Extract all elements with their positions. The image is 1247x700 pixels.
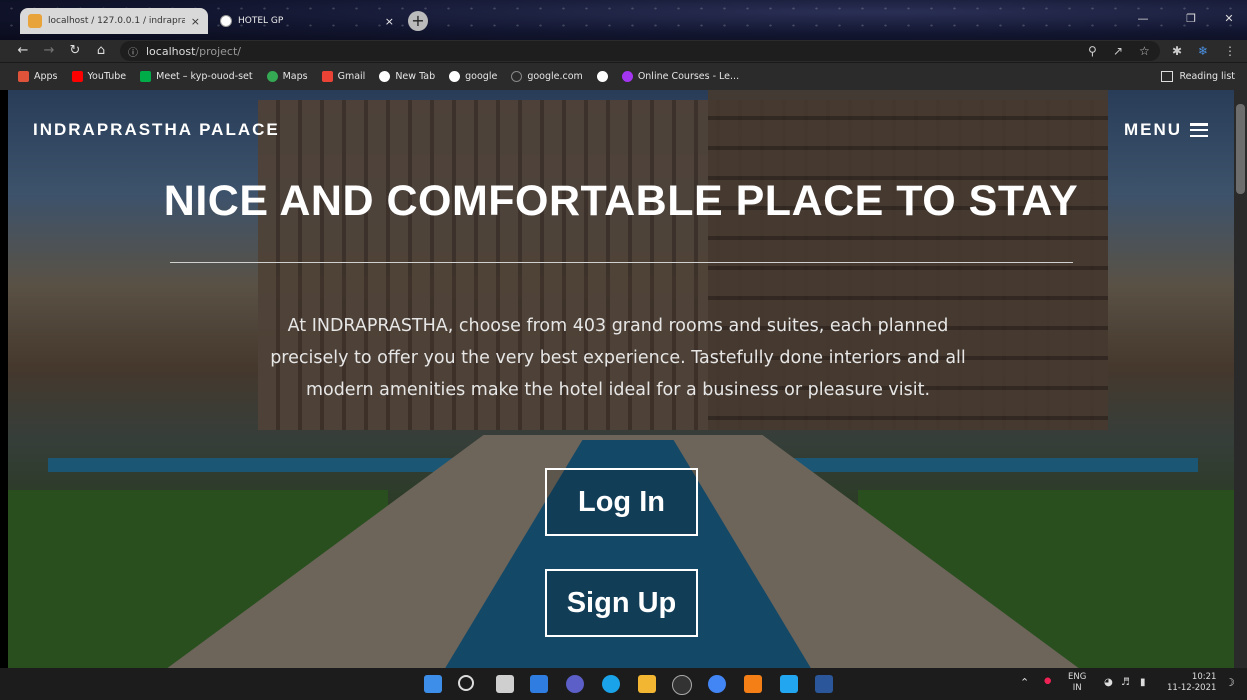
apps-grid-icon — [18, 71, 29, 82]
start-windows-icon[interactable] — [424, 675, 442, 693]
hero-divider — [170, 262, 1073, 263]
search-icon — [511, 71, 523, 82]
dell-icon[interactable] — [672, 675, 692, 695]
gmail-icon — [321, 71, 333, 82]
bookmark-new-tab[interactable]: New Tab — [379, 71, 435, 82]
maps-pin-icon — [266, 71, 278, 82]
udemy-icon — [621, 71, 633, 82]
menu-button[interactable]: MENU — [1124, 120, 1208, 140]
xampp-icon[interactable] — [744, 675, 762, 693]
globe-icon — [379, 71, 391, 82]
share-icon[interactable]: ↗ — [1113, 42, 1123, 60]
reload-icon[interactable]: ↻ — [66, 42, 84, 60]
more-menu-icon[interactable]: ⋮ — [1224, 42, 1236, 60]
menu-label: MENU — [1123, 120, 1182, 139]
bookmark-maps[interactable]: Maps — [266, 71, 308, 82]
url-input[interactable]: ⓘ localhost/project/ — [120, 41, 1160, 61]
login-button[interactable]: Log In — [545, 468, 698, 536]
info-icon[interactable]: ⓘ — [128, 44, 138, 59]
tab-title: localhost / 127.0.0.1 / indraprast... — [48, 16, 185, 26]
battery-icon[interactable]: ▮ — [1140, 677, 1146, 688]
address-bar-row: ← → ↻ ⌂ ⓘ localhost/project/ ⚲ ↗ ☆ ✱ ❄ ⋮ — [0, 40, 1247, 62]
minimize-icon[interactable]: — — [1128, 8, 1158, 30]
meet-icon — [140, 71, 152, 82]
page-viewport: INDRAPRASTHA PALACE MENU NICE AND COMFOR… — [8, 90, 1234, 668]
signup-button[interactable]: Sign Up — [545, 569, 698, 637]
reading-list-button[interactable]: Reading list — [1161, 71, 1235, 82]
bookmark-gmail[interactable]: Gmail — [321, 71, 365, 82]
tab-localhost[interactable]: localhost / 127.0.0.1 / indraprast... × — [20, 8, 208, 34]
bookmark-google-com[interactable]: google.com — [511, 71, 583, 82]
bookmark-google[interactable]: google — [449, 71, 497, 82]
edge-icon[interactable] — [602, 675, 620, 693]
site-brand[interactable]: INDRAPRASTHA PALACE — [33, 120, 280, 140]
bookmark-google-g[interactable] — [596, 71, 608, 82]
word-icon[interactable] — [815, 675, 833, 693]
bookmark-star-icon[interactable]: ☆ — [1139, 42, 1150, 60]
hamburger-icon — [1190, 123, 1208, 137]
language-indicator[interactable]: ENG IN — [1068, 672, 1086, 694]
bookmarks-bar: Apps YouTube Meet – kyp-ouod-set Maps Gm… — [0, 62, 1247, 90]
google-icon — [596, 71, 608, 82]
volume-icon[interactable]: ♬ — [1121, 677, 1130, 688]
wifi-icon[interactable]: ◕ — [1104, 677, 1113, 688]
home-icon[interactable]: ⌂ — [92, 42, 110, 60]
tab-close-icon[interactable]: × — [191, 15, 200, 28]
file-explorer-icon[interactable] — [638, 675, 656, 693]
url-path: /project/ — [195, 44, 241, 58]
chat-icon[interactable] — [566, 675, 584, 693]
scrollbar-thumb[interactable] — [1236, 104, 1245, 194]
url-host: localhost — [146, 44, 196, 58]
extensions-icon[interactable]: ✱ — [1172, 42, 1182, 60]
tab-hotel-gp[interactable]: HOTEL GP × — [212, 8, 402, 34]
microphone-icon[interactable]: ● — [1044, 676, 1051, 687]
task-view-icon[interactable] — [496, 675, 514, 693]
chrome-icon[interactable] — [708, 675, 726, 693]
profile-icon[interactable]: ❄ — [1198, 42, 1208, 60]
youtube-icon — [71, 71, 83, 82]
windows-taskbar: ⌃ ● ENG IN ◕ ♬ ▮ 10:21 11-12-2021 ☽ — [0, 668, 1247, 700]
zoom-icon[interactable]: ⚲ — [1088, 42, 1097, 60]
close-window-icon[interactable]: ✕ — [1214, 8, 1244, 30]
vscode-icon[interactable] — [780, 675, 798, 693]
search-icon[interactable] — [458, 675, 474, 691]
tab-title: HOTEL GP — [238, 16, 284, 26]
hero-headline: NICE AND COMFORTABLE PLACE TO STAY — [163, 177, 1079, 225]
tray-chevron-icon[interactable]: ⌃ — [1020, 677, 1029, 688]
new-tab-button[interactable]: + — [408, 11, 428, 31]
maximize-icon[interactable]: ❐ — [1176, 8, 1206, 30]
globe-icon — [449, 71, 461, 82]
tab-close-icon[interactable]: × — [385, 15, 394, 28]
bookmark-youtube[interactable]: YouTube — [71, 71, 126, 82]
notification-icon[interactable]: ☽ — [1225, 677, 1235, 688]
reading-list-icon — [1161, 71, 1174, 82]
hero-intro-text: At INDRAPRASTHA, choose from 403 grand r… — [270, 316, 966, 400]
phpmyadmin-favicon-icon — [28, 14, 42, 28]
bookmark-online-courses[interactable]: Online Courses - Le... — [621, 71, 739, 82]
widgets-icon[interactable] — [530, 675, 548, 693]
forward-icon[interactable]: → — [40, 42, 58, 60]
bookmark-meet[interactable]: Meet – kyp-ouod-set — [140, 71, 253, 82]
back-icon[interactable]: ← — [14, 42, 32, 60]
page-scrollbar[interactable] — [1234, 90, 1247, 668]
globe-icon — [220, 15, 232, 27]
clock[interactable]: 10:21 11-12-2021 — [1167, 672, 1216, 694]
browser-titlebar: localhost / 127.0.0.1 / indraprast... × … — [0, 0, 1247, 40]
bookmark-apps[interactable]: Apps — [18, 71, 58, 82]
